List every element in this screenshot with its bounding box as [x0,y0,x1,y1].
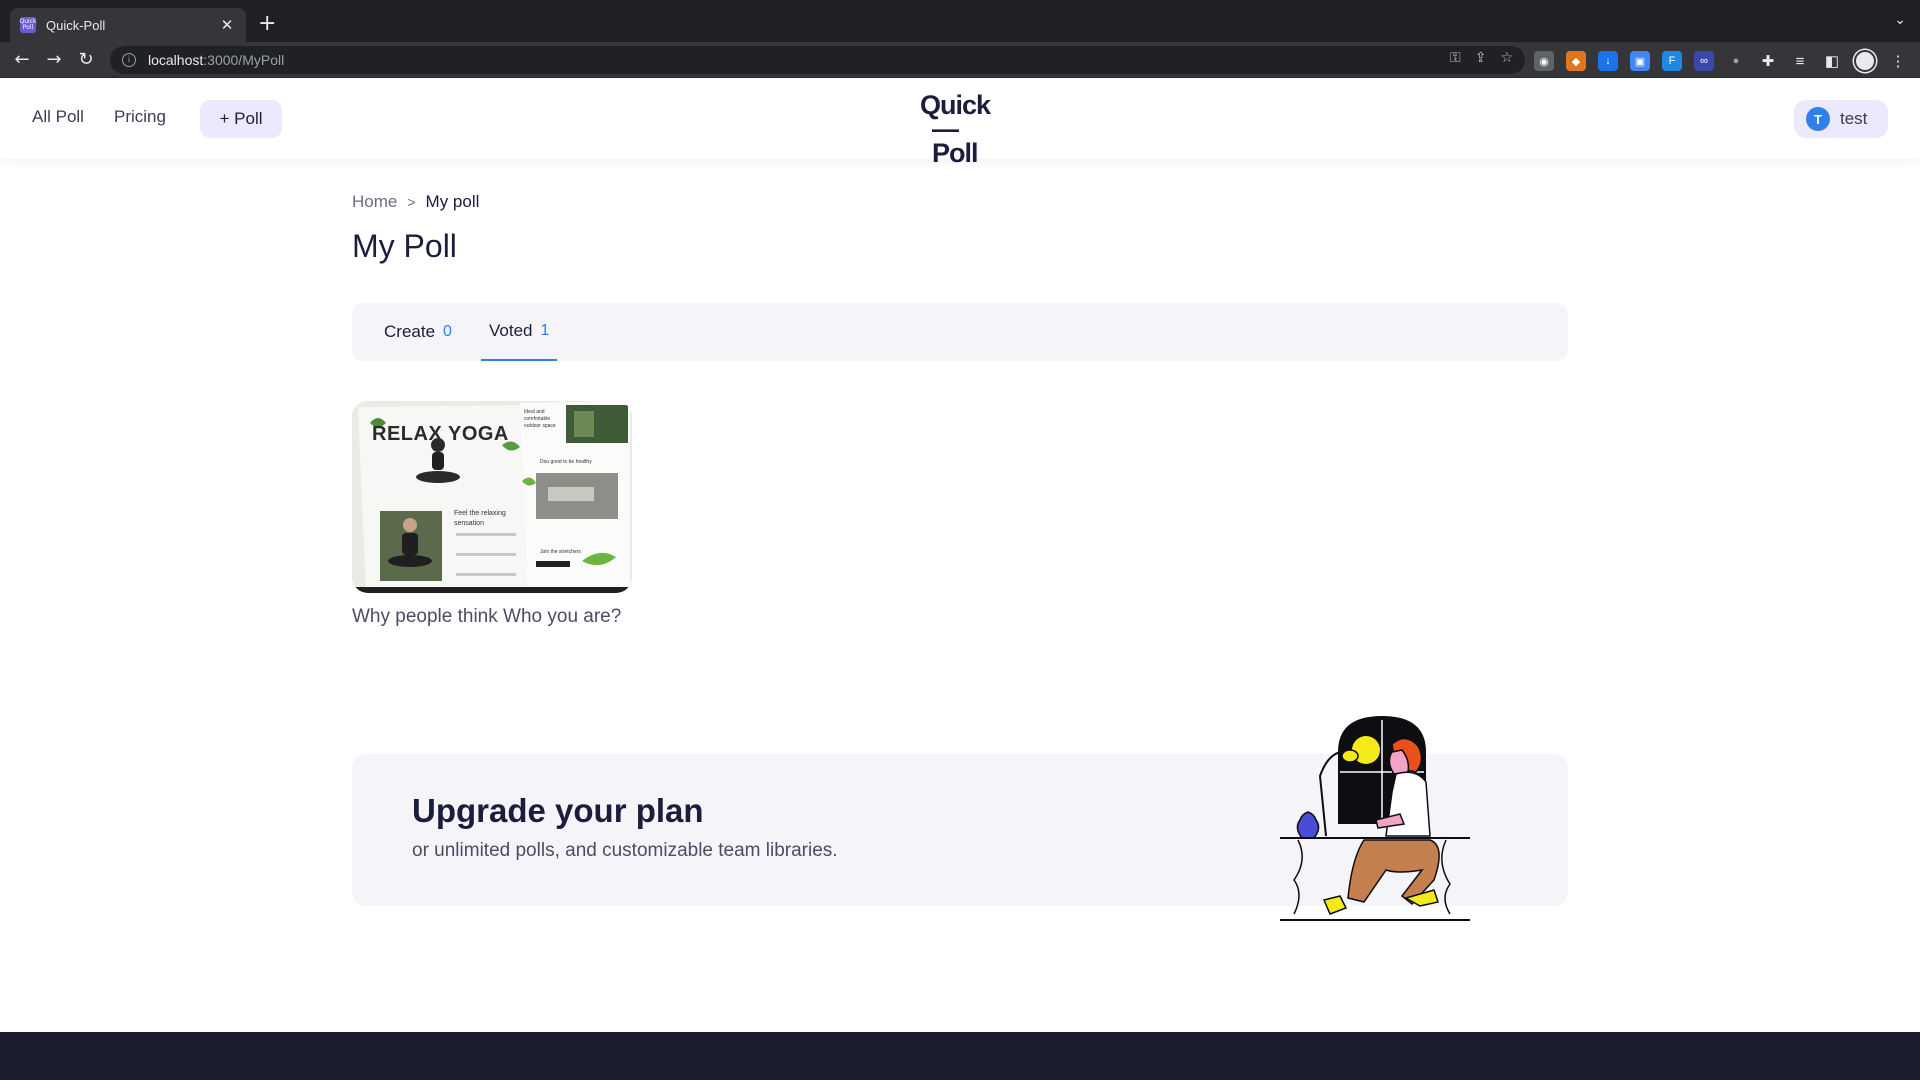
address-url[interactable]: localhost:3000/MyPoll [148,52,284,68]
upgrade-title: Upgrade your plan [412,792,704,829]
avatar: T [1806,107,1830,131]
thumbnail-caption-1: Feel the relaxing sensation [454,510,506,527]
address-bar[interactable]: i localhost:3000/MyPoll ⚿ ⇪ ☆ [110,46,1525,74]
breadcrumb-current: My poll [425,192,480,211]
chevron-down-icon[interactable]: ⌄ [1894,12,1906,28]
poll-card-title[interactable]: Why people think Who you are? [352,603,632,631]
page-footer [0,1032,1920,1080]
tab-create-label: Create [384,322,436,341]
forward-arrow-icon[interactable]: → [42,48,66,72]
fi-extension-icon[interactable]: F [1662,51,1682,71]
tab-voted-label: Voted [489,321,533,340]
star-icon[interactable]: ☆ [1500,50,1513,66]
person-at-desk-illustration [1280,716,1470,921]
side-panel-icon[interactable]: ◧ [1822,51,1842,71]
browser-toolbar: ← → ↻ i localhost:3000/MyPoll ⚿ ⇪ ☆ ◉ ◆ … [0,42,1920,78]
browser-tab[interactable]: Quick Poll Quick-Poll ✕ [10,8,246,42]
page-title: My Poll [352,228,457,264]
metamask-extension-icon[interactable]: ◆ [1566,51,1586,71]
tab-voted[interactable]: Voted 1 [481,303,558,361]
new-tab-icon[interactable]: + [258,12,276,36]
puzzle-extensions-icon[interactable]: ✚ [1758,51,1778,71]
breadcrumb-separator-icon: > [407,194,416,210]
tab-voted-count: 1 [540,322,550,339]
breadcrumb-home[interactable]: Home [352,192,397,212]
thumbnail-caption-2: Ideal and comfortable outdoor space [524,409,556,429]
quickpoll-favicon-icon: Quick Poll [19,17,37,33]
user-name: test [1840,109,1868,128]
breadcrumb: Home > My poll [352,192,479,212]
download-extension-icon[interactable]: ↓ [1598,51,1618,71]
link-extension-icon[interactable]: ∞ [1694,51,1714,71]
nav-all-poll[interactable]: All Poll [32,107,84,127]
browser-tab-title: Quick-Poll [46,17,106,33]
logo-line-2: —Poll [932,114,979,168]
poll-card[interactable]: RELAX YOGA Feel the relaxing sensation I… [352,401,632,631]
thumbnail-caption-4: Join the stretchers [540,549,581,555]
close-tab-icon[interactable]: ✕ [218,16,236,34]
profile-avatar-icon[interactable] [1854,50,1876,72]
thumbnail-headline: RELAX YOGA [372,423,509,445]
key-icon[interactable]: ⚿ [1450,50,1461,66]
address-bar-actions: ⚿ ⇪ ☆ [1450,50,1513,66]
app-header: All Poll Pricing + Poll Quick —Poll T te… [0,79,1920,167]
tabs-extension-icon[interactable]: ▣ [1630,51,1650,71]
quickpoll-logo[interactable]: Quick —Poll [920,92,1000,167]
site-info-icon[interactable]: i [122,53,136,67]
add-poll-button[interactable]: + Poll [200,100,282,138]
reload-icon[interactable]: ↻ [74,48,98,72]
reading-list-icon[interactable]: ≡ [1790,51,1810,71]
poll-thumbnail[interactable]: RELAX YOGA Feel the relaxing sensation I… [352,401,632,593]
share-icon[interactable]: ⇪ [1475,50,1487,66]
tab-create[interactable]: Create 0 [384,303,452,361]
browser-tabbar: Quick Poll Quick-Poll ✕ + ⌄ [0,0,1920,42]
nav-pricing[interactable]: Pricing [114,107,166,127]
kebab-menu-icon[interactable]: ⋮ [1888,51,1908,71]
upgrade-subtitle: or unlimited polls, and customizable tea… [412,840,838,861]
user-menu-button[interactable]: T test [1794,100,1888,138]
extensions-bar: ◉ ◆ ↓ ▣ F ∞ ● ✚ ≡ ◧ ⋮ [1534,50,1908,72]
thumbnail-caption-3: Dou good to be healthy [540,459,592,465]
tab-create-count: 0 [443,323,452,340]
poll-tabs: Create 0 Voted 1 [352,303,1568,361]
camera-extension-icon[interactable]: ◉ [1534,51,1554,71]
dot-extension-icon[interactable]: ● [1726,51,1746,71]
back-arrow-icon[interactable]: ← [10,48,34,72]
